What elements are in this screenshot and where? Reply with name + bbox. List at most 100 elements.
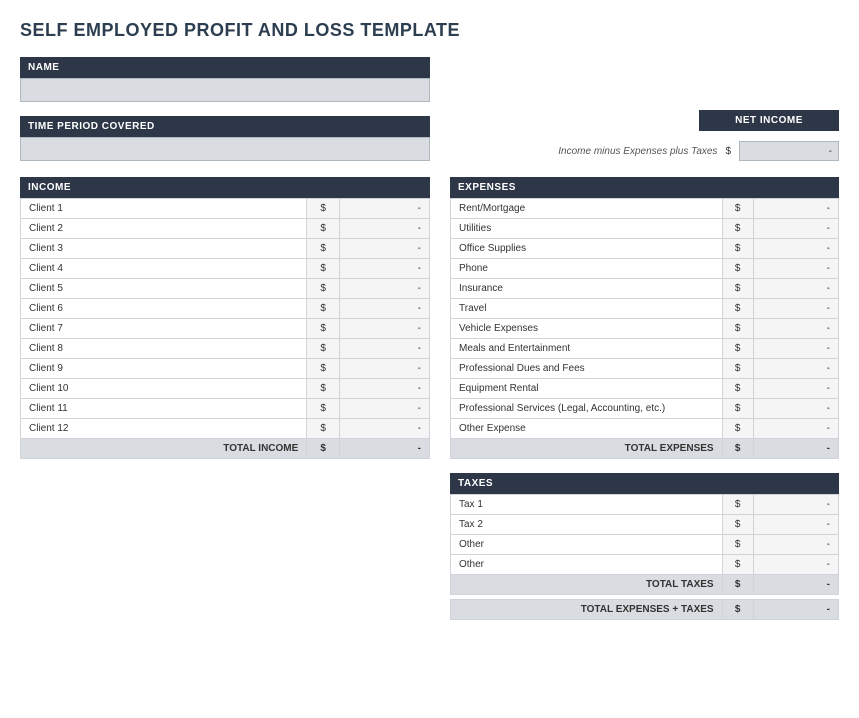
expense-row-dollar: $	[722, 259, 753, 279]
expense-row-dollar: $	[722, 279, 753, 299]
income-row-value[interactable]: -	[340, 379, 430, 399]
income-row-value[interactable]: -	[340, 199, 430, 219]
tax-row-value[interactable]: -	[753, 495, 838, 515]
income-total-row: TOTAL INCOME $ -	[21, 439, 430, 459]
income-row-value[interactable]: -	[340, 219, 430, 239]
income-row-dollar: $	[307, 379, 340, 399]
income-row-value[interactable]: -	[340, 239, 430, 259]
expense-row-dollar: $	[722, 399, 753, 419]
expense-row: Vehicle Expenses $ -	[451, 319, 839, 339]
expense-row: Other Expense $ -	[451, 419, 839, 439]
expense-row-label: Travel	[451, 299, 723, 319]
income-row: Client 4 $ -	[21, 259, 430, 279]
taxes-table: Tax 1 $ - Tax 2 $ - Other $ - Other $ - …	[450, 494, 839, 595]
page-title: SELF EMPLOYED PROFIT AND LOSS TEMPLATE	[20, 20, 839, 41]
tax-row-dollar: $	[722, 555, 753, 575]
expense-row-value[interactable]: -	[753, 219, 838, 239]
income-row-label: Client 12	[21, 419, 307, 439]
total-expenses-taxes-value[interactable]: -	[753, 600, 838, 620]
income-section: INCOME Client 1 $ - Client 2 $ - Client …	[20, 177, 430, 620]
income-row-value[interactable]: -	[340, 359, 430, 379]
income-row-value[interactable]: -	[340, 339, 430, 359]
income-row: Client 6 $ -	[21, 299, 430, 319]
expense-row-value[interactable]: -	[753, 319, 838, 339]
taxes-total-dollar: $	[722, 575, 753, 595]
tax-row: Tax 1 $ -	[451, 495, 839, 515]
income-total-value[interactable]: -	[340, 439, 430, 459]
income-row-dollar: $	[307, 339, 340, 359]
expense-row-value[interactable]: -	[753, 339, 838, 359]
net-income-value[interactable]: -	[739, 141, 839, 161]
tax-row-dollar: $	[722, 515, 753, 535]
expense-row: Office Supplies $ -	[451, 239, 839, 259]
income-header: INCOME	[20, 177, 430, 198]
income-total-dollar: $	[307, 439, 340, 459]
expense-row-dollar: $	[722, 199, 753, 219]
income-row: Client 8 $ -	[21, 339, 430, 359]
tax-row-label: Other	[451, 555, 723, 575]
income-row-label: Client 11	[21, 399, 307, 419]
income-row-label: Client 1	[21, 199, 307, 219]
expenses-header: EXPENSES	[450, 177, 839, 198]
tax-row: Other $ -	[451, 535, 839, 555]
tax-row-label: Tax 1	[451, 495, 723, 515]
expense-row-label: Utilities	[451, 219, 723, 239]
expense-row-value[interactable]: -	[753, 359, 838, 379]
income-row-value[interactable]: -	[340, 299, 430, 319]
total-expenses-taxes-row: TOTAL EXPENSES + TAXES $ -	[451, 600, 839, 620]
tax-row-label: Other	[451, 535, 723, 555]
income-row-dollar: $	[307, 199, 340, 219]
expense-row: Meals and Entertainment $ -	[451, 339, 839, 359]
income-row-dollar: $	[307, 219, 340, 239]
time-period-label: TIME PERIOD COVERED	[20, 116, 430, 137]
expense-row-value[interactable]: -	[753, 259, 838, 279]
income-row: Client 10 $ -	[21, 379, 430, 399]
expense-row-dollar: $	[722, 299, 753, 319]
net-income-description: Income minus Expenses plus Taxes	[558, 146, 717, 157]
income-row: Client 1 $ -	[21, 199, 430, 219]
income-row-value[interactable]: -	[340, 419, 430, 439]
income-row-dollar: $	[307, 299, 340, 319]
expense-row-label: Rent/Mortgage	[451, 199, 723, 219]
income-row-dollar: $	[307, 279, 340, 299]
income-row-dollar: $	[307, 319, 340, 339]
expense-row-value[interactable]: -	[753, 279, 838, 299]
tax-row: Other $ -	[451, 555, 839, 575]
expenses-total-row: TOTAL EXPENSES $ -	[451, 439, 839, 459]
total-expenses-taxes-table: TOTAL EXPENSES + TAXES $ -	[450, 599, 839, 620]
tax-row-value[interactable]: -	[753, 555, 838, 575]
total-expenses-taxes-dollar: $	[722, 600, 753, 620]
expense-row-label: Meals and Entertainment	[451, 339, 723, 359]
expense-row-dollar: $	[722, 379, 753, 399]
expenses-total-dollar: $	[722, 439, 753, 459]
tax-row-label: Tax 2	[451, 515, 723, 535]
expense-row-dollar: $	[722, 219, 753, 239]
income-row-value[interactable]: -	[340, 319, 430, 339]
taxes-total-value[interactable]: -	[753, 575, 838, 595]
tax-row-value[interactable]: -	[753, 515, 838, 535]
expense-row-value[interactable]: -	[753, 239, 838, 259]
income-row: Client 9 $ -	[21, 359, 430, 379]
income-row-value[interactable]: -	[340, 259, 430, 279]
taxes-header: TAXES	[450, 473, 839, 494]
income-row-label: Client 4	[21, 259, 307, 279]
expense-row: Insurance $ -	[451, 279, 839, 299]
name-input[interactable]	[20, 78, 430, 102]
expense-row-value[interactable]: -	[753, 399, 838, 419]
expenses-total-label: TOTAL EXPENSES	[451, 439, 723, 459]
time-period-input[interactable]	[20, 137, 430, 161]
tax-row-value[interactable]: -	[753, 535, 838, 555]
expense-row-value[interactable]: -	[753, 299, 838, 319]
income-row-label: Client 3	[21, 239, 307, 259]
expenses-total-value[interactable]: -	[753, 439, 838, 459]
expense-row-dollar: $	[722, 339, 753, 359]
income-row: Client 11 $ -	[21, 399, 430, 419]
income-row-value[interactable]: -	[340, 399, 430, 419]
expense-row-label: Professional Dues and Fees	[451, 359, 723, 379]
expense-row-value[interactable]: -	[753, 199, 838, 219]
income-row-value[interactable]: -	[340, 279, 430, 299]
expense-row-value[interactable]: -	[753, 419, 838, 439]
expense-row-dollar: $	[722, 319, 753, 339]
expense-row-value[interactable]: -	[753, 379, 838, 399]
expense-row: Phone $ -	[451, 259, 839, 279]
